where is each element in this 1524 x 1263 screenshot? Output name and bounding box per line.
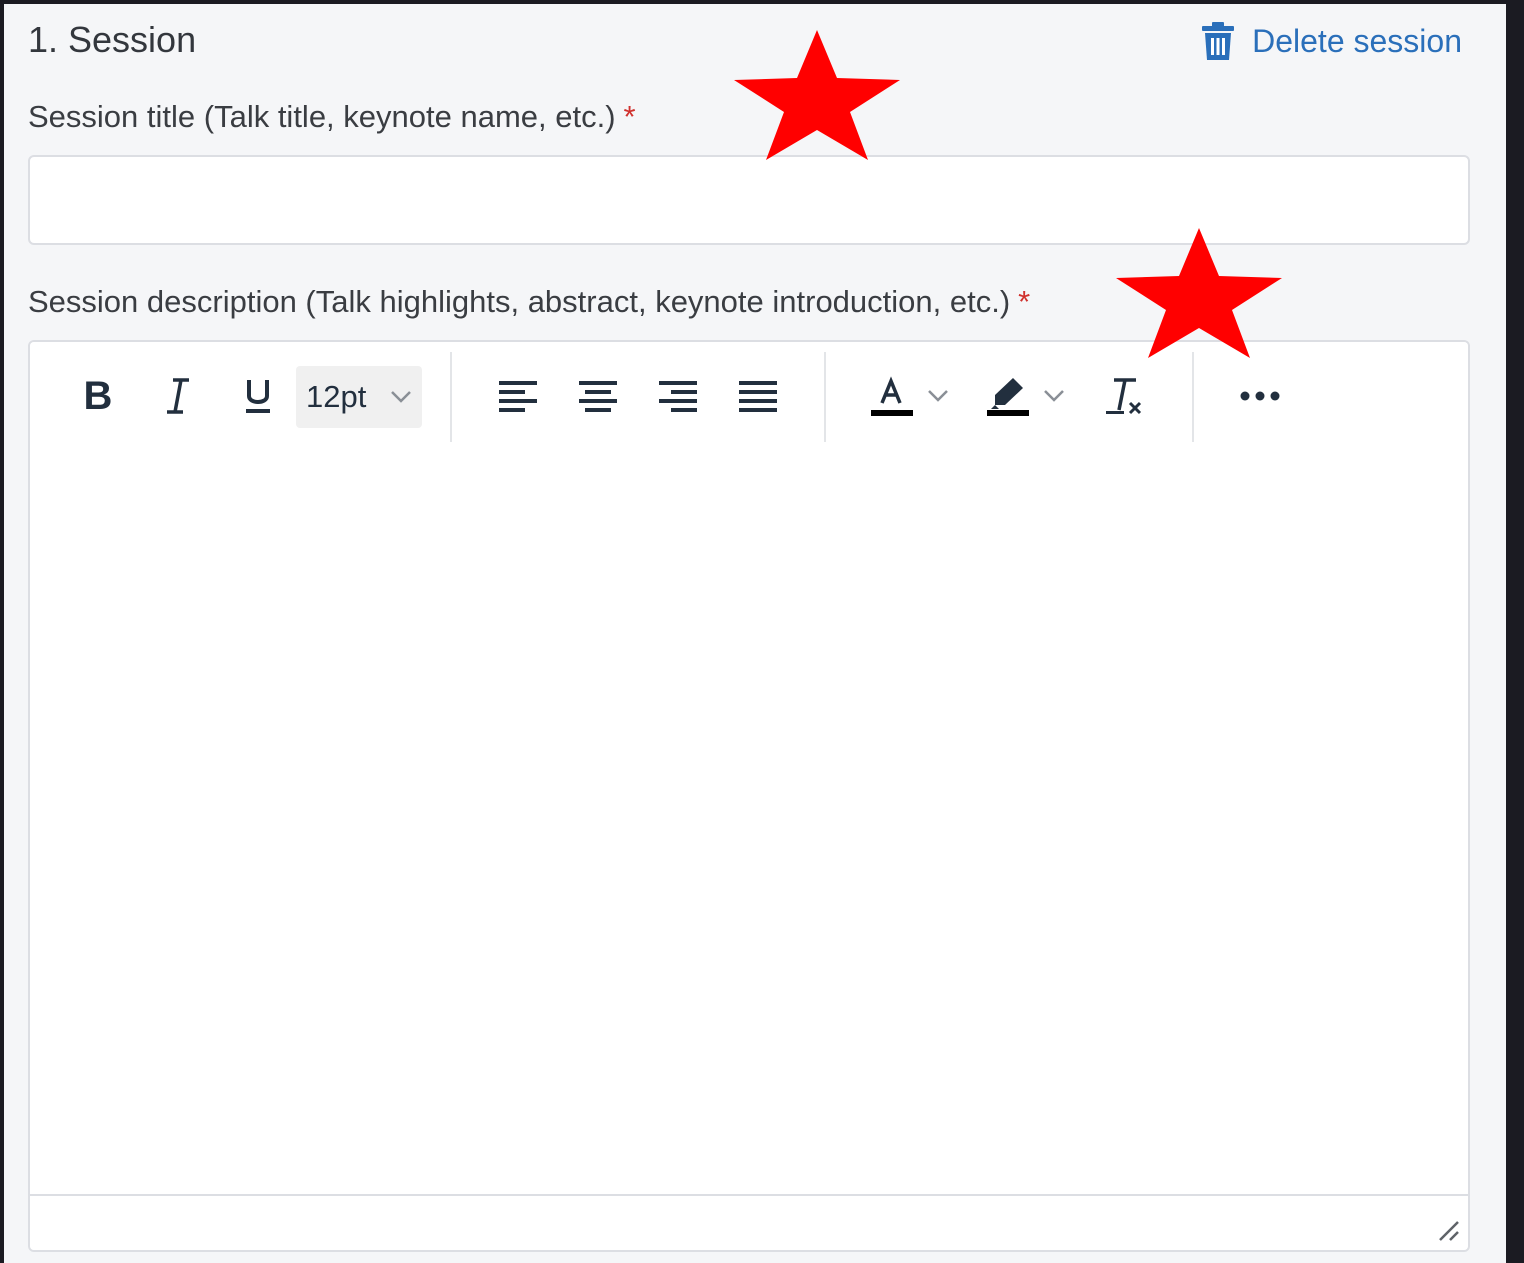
align-left-button[interactable] [486, 364, 550, 428]
required-marker: * [623, 99, 636, 134]
align-center-icon [579, 381, 617, 412]
clear-formatting-button[interactable] [1092, 364, 1156, 428]
delete-session-label: Delete session [1252, 22, 1462, 59]
underline-button[interactable] [226, 364, 290, 428]
more-button[interactable] [1228, 364, 1292, 428]
italic-icon [167, 378, 189, 414]
align-justify-icon [739, 381, 777, 412]
clear-formatting-icon [1106, 378, 1142, 415]
text-color-icon [871, 376, 913, 416]
highlight-color-dropdown[interactable] [1034, 364, 1074, 428]
section-heading: 1. Session [28, 19, 197, 60]
rich-text-editor: B 12pt [28, 340, 1470, 1252]
bold-button[interactable]: B [66, 364, 130, 428]
underline-icon [246, 380, 270, 413]
align-right-button[interactable] [646, 364, 710, 428]
editor-statusbar [30, 1194, 1468, 1250]
italic-button[interactable] [146, 364, 210, 428]
editor-content-area[interactable] [30, 452, 1468, 1194]
editor-toolbar: B 12pt [30, 342, 1468, 452]
highlight-color-button[interactable] [976, 364, 1040, 428]
more-icon [1240, 391, 1280, 401]
session-title-label: Session title (Talk title, keynote name,… [28, 98, 636, 136]
required-marker: * [1018, 284, 1031, 319]
font-size-value: 12pt [306, 379, 367, 414]
chevron-down-icon [391, 391, 411, 403]
align-center-button[interactable] [566, 364, 630, 428]
font-size-select[interactable]: 12pt [296, 366, 422, 428]
chevron-down-icon [928, 390, 948, 402]
align-right-icon [659, 381, 697, 412]
text-color-button[interactable] [860, 364, 924, 428]
annotation-star-icon [1116, 228, 1282, 358]
annotation-star-icon [734, 30, 900, 160]
text-color-dropdown[interactable] [918, 364, 958, 428]
session-title-label-text: Session title (Talk title, keynote name,… [28, 99, 616, 134]
bold-icon: B [83, 373, 113, 418]
session-panel: 1. Session Delete session Session title … [4, 4, 1506, 1263]
toolbar-separator [1192, 352, 1194, 442]
align-justify-button[interactable] [726, 364, 790, 428]
toolbar-separator [450, 352, 452, 442]
delete-session-button[interactable]: Delete session [1202, 18, 1462, 64]
session-description-label-text: Session description (Talk highlights, ab… [28, 284, 1011, 319]
align-left-icon [499, 381, 537, 412]
highlight-color-icon [987, 378, 1029, 416]
chevron-down-icon [1044, 390, 1064, 402]
resize-handle-icon[interactable] [1436, 1218, 1460, 1242]
toolbar-separator [824, 352, 826, 442]
trash-icon [1202, 22, 1235, 60]
session-description-label: Session description (Talk highlights, ab… [28, 283, 1030, 321]
